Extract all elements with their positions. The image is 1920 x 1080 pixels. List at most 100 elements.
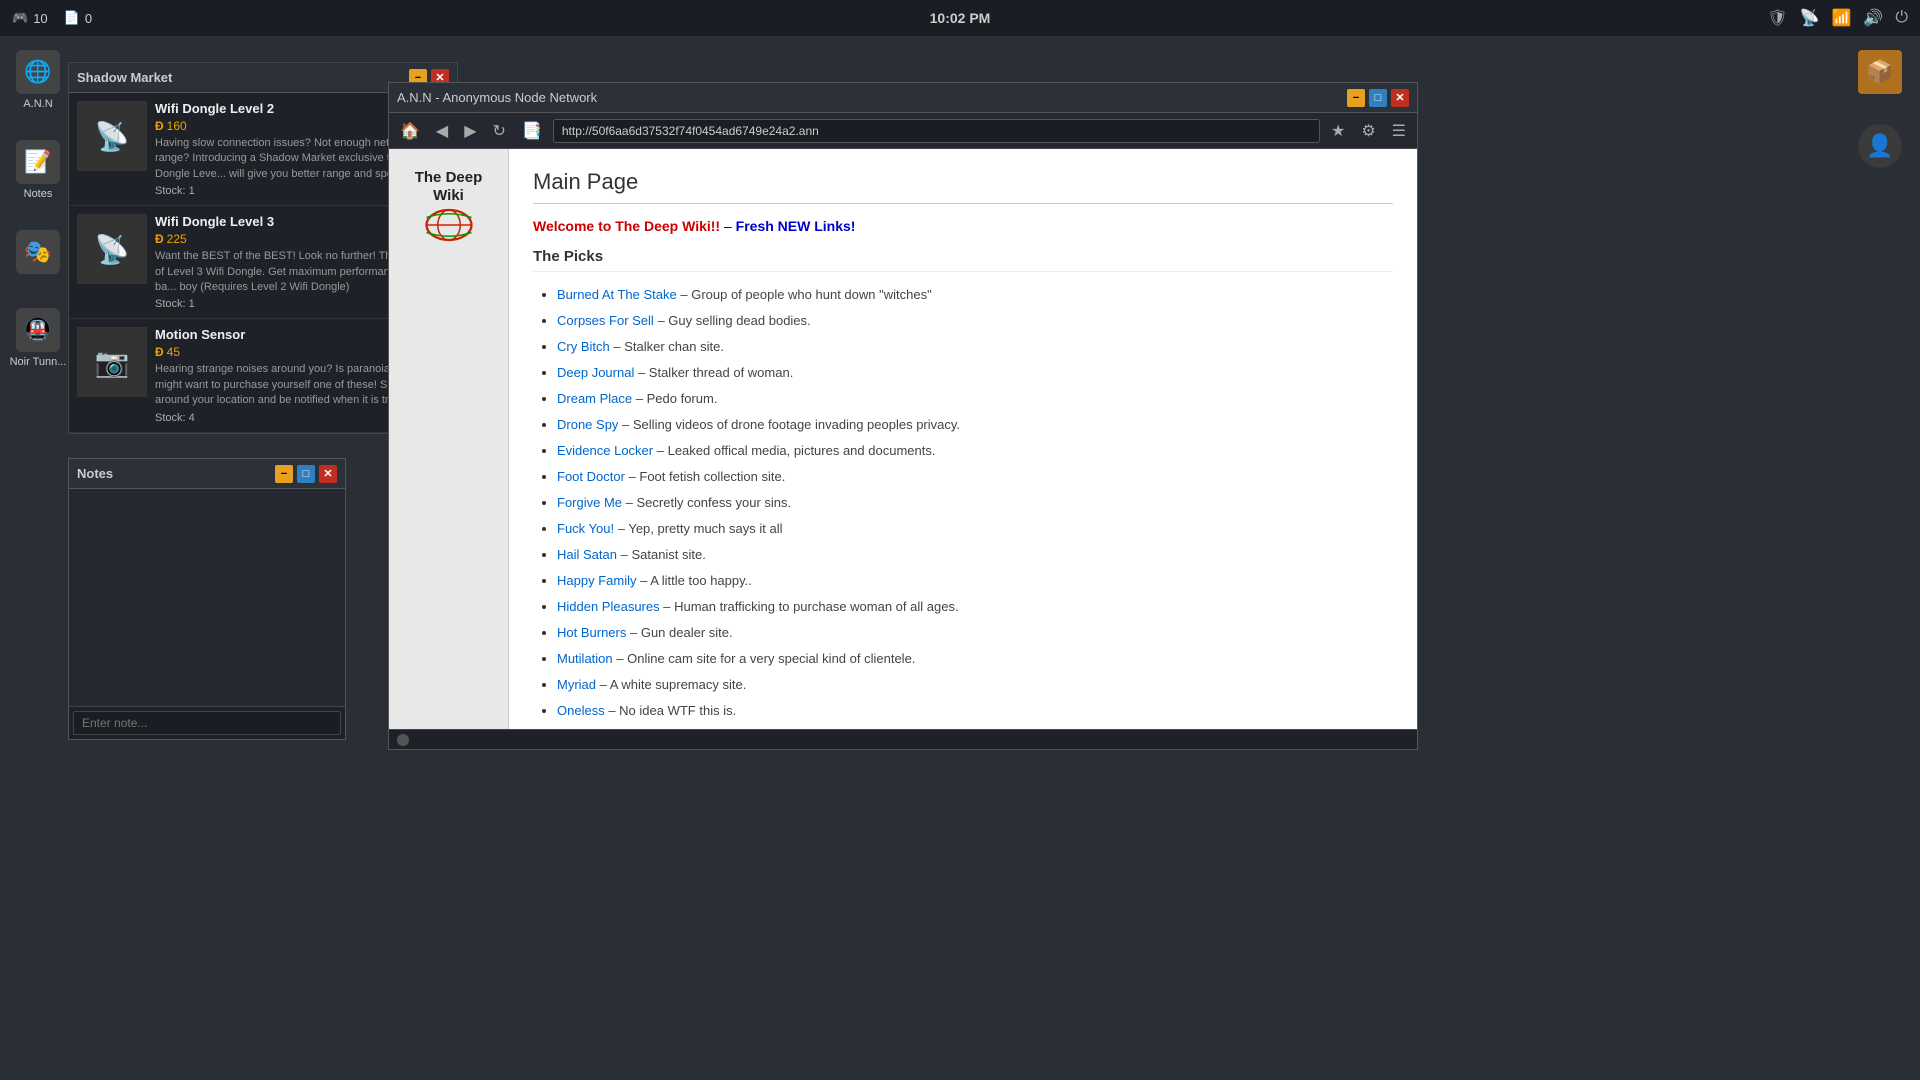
link-11[interactable]: Happy Family	[557, 573, 636, 588]
item-price-value-2: 45	[167, 345, 180, 359]
browser-titlebar[interactable]: A.N.N - Anonymous Node Network − □ ✕	[389, 83, 1417, 113]
settings-button[interactable]: ⚙	[1356, 119, 1380, 143]
link-item-16: Oneless – No idea WTF this is.	[557, 698, 1393, 724]
link-4[interactable]: Dream Place	[557, 391, 632, 406]
notes-window: Notes − □ ✕	[68, 458, 346, 740]
taskbar-time: 10:02 PM	[930, 10, 991, 26]
link-14[interactable]: Mutilation	[557, 651, 613, 666]
desktop-icon-ann[interactable]: 🌐 A.N.N	[8, 50, 68, 110]
welcome-dash: –	[724, 218, 736, 234]
link-item-7: Foot Doctor – Foot fetish collection sit…	[557, 464, 1393, 490]
ann-browser-window: A.N.N - Anonymous Node Network − □ ✕ 🏠 ◀…	[388, 82, 1418, 750]
browser-minimize-button[interactable]: −	[1347, 89, 1365, 107]
link-6[interactable]: Evidence Locker	[557, 443, 653, 458]
ann-label: A.N.N	[23, 98, 52, 110]
notes-maximize-button[interactable]: □	[297, 465, 315, 483]
link-15[interactable]: Myriad	[557, 677, 596, 692]
link-10[interactable]: Hail Satan	[557, 547, 617, 562]
link-0[interactable]: Burned At The Stake	[557, 287, 677, 302]
menu-button[interactable]: ☰	[1387, 119, 1411, 143]
notes-content[interactable]	[75, 495, 339, 695]
browser-close-button[interactable]: ✕	[1391, 89, 1409, 107]
browser-sidebar: The Deep Wiki	[389, 149, 509, 729]
desktop-icons-right: 📦 👤	[1850, 50, 1910, 168]
tunnel-label: Noir Tunn...	[10, 356, 67, 368]
back-button[interactable]: ◀	[431, 119, 453, 143]
star-button[interactable]: ★	[1326, 119, 1350, 143]
shield-icon[interactable]: 🛡	[1767, 8, 1787, 28]
refresh-button[interactable]: ↻	[488, 119, 511, 143]
taskbar-item-doc[interactable]: 📄 0	[64, 10, 92, 26]
link-item-6: Evidence Locker – Leaked offical media, …	[557, 438, 1393, 464]
link-9[interactable]: Fuck You!	[557, 521, 614, 536]
desktop-icon-mask[interactable]: 🎭	[8, 230, 68, 278]
link-desc-10: – Satanist site.	[621, 547, 706, 562]
link-desc-15: – A white supremacy site.	[600, 677, 747, 692]
notes-window-controls: − □ ✕	[275, 465, 337, 483]
link-16[interactable]: Oneless	[557, 703, 605, 718]
link-12[interactable]: Hidden Pleasures	[557, 599, 660, 614]
deep-wiki-title: The Deep Wiki	[399, 169, 498, 205]
desktop-icon-notes[interactable]: 📝 Notes	[8, 140, 68, 200]
bitcoin-symbol-0: Ð	[155, 119, 164, 133]
link-item-12: Hidden Pleasures – Human trafficking to …	[557, 594, 1393, 620]
link-5[interactable]: Drone Spy	[557, 417, 618, 432]
link-item-11: Happy Family – A little too happy..	[557, 568, 1393, 594]
section-title: The Picks	[533, 248, 1393, 272]
link-8[interactable]: Forgive Me	[557, 495, 622, 510]
link-item-5: Drone Spy – Selling videos of drone foot…	[557, 412, 1393, 438]
bitcoin-symbol-2: Ð	[155, 345, 164, 359]
taskbar-game-count: 10	[33, 11, 47, 26]
shadow-market-title: Shadow Market	[77, 70, 172, 85]
link-item-10: Hail Satan – Satanist site.	[557, 542, 1393, 568]
desktop-icon-tunnel[interactable]: 🚇 Noir Tunn...	[8, 308, 68, 368]
taskbar: 🎮 10 📄 0 10:02 PM 🛡 📡 📶 🔊 ⏻	[0, 0, 1920, 36]
page-title: Main Page	[533, 169, 1393, 204]
link-desc-9: – Yep, pretty much says it all	[618, 521, 783, 536]
link-desc-5: – Selling videos of drone footage invadi…	[622, 417, 960, 432]
link-desc-7: – Foot fetish collection site.	[629, 469, 786, 484]
desktop-icons-left: 🌐 A.N.N 📝 Notes 🎭 🚇 Noir Tunn...	[8, 50, 68, 368]
notes-input[interactable]	[73, 711, 341, 735]
notes-close-button[interactable]: ✕	[319, 465, 337, 483]
power-icon[interactable]: ⏻	[1895, 9, 1908, 27]
notes-titlebar[interactable]: Notes − □ ✕	[69, 459, 345, 489]
link-item-13: Hot Burners – Gun dealer site.	[557, 620, 1393, 646]
browser-main[interactable]: Main Page Welcome to The Deep Wiki!! – F…	[509, 149, 1417, 729]
link-item-9: Fuck You! – Yep, pretty much says it all	[557, 516, 1393, 542]
bookmarks-button[interactable]: 📑	[517, 119, 547, 143]
link-7[interactable]: Foot Doctor	[557, 469, 625, 484]
link-desc-4: – Pedo forum.	[636, 391, 718, 406]
notes-input-bar	[69, 706, 345, 739]
home-button[interactable]: 🏠	[395, 119, 425, 143]
taskbar-item-game[interactable]: 🎮 10	[12, 10, 48, 26]
browser-maximize-button[interactable]: □	[1369, 89, 1387, 107]
desktop-icon-box[interactable]: 📦	[1850, 50, 1910, 94]
url-bar[interactable]	[553, 119, 1320, 143]
volume-icon[interactable]: 🔊	[1863, 8, 1883, 28]
link-item-0: Burned At The Stake – Group of people wh…	[557, 282, 1393, 308]
notes-title: Notes	[77, 466, 113, 481]
box-icon: 📦	[1858, 50, 1902, 94]
notes-minimize-button[interactable]: −	[275, 465, 293, 483]
link-desc-2: – Stalker chan site.	[613, 339, 724, 354]
links-list: Burned At The Stake – Group of people wh…	[533, 282, 1393, 729]
link-2[interactable]: Cry Bitch	[557, 339, 610, 354]
welcome-line: Welcome to The Deep Wiki!! – Fresh NEW L…	[533, 218, 1393, 234]
desktop-icon-avatar[interactable]: 👤	[1850, 124, 1910, 168]
link-1[interactable]: Corpses For Sell	[557, 313, 654, 328]
taskbar-left: 🎮 10 📄 0	[12, 10, 92, 26]
forward-button[interactable]: ▶	[459, 119, 481, 143]
link-13[interactable]: Hot Burners	[557, 625, 626, 640]
link-item-1: Corpses For Sell – Guy selling dead bodi…	[557, 308, 1393, 334]
link-desc-14: – Online cam site for a very special kin…	[616, 651, 915, 666]
bitcoin-symbol-1: Ð	[155, 232, 164, 246]
game-icon: 🎮	[12, 10, 28, 26]
link-item-15: Myriad – A white supremacy site.	[557, 672, 1393, 698]
signal-icon[interactable]: 📡	[1800, 8, 1820, 28]
wifi-icon[interactable]: 📶	[1832, 8, 1852, 28]
link-desc-12: – Human trafficking to purchase woman of…	[663, 599, 958, 614]
link-3[interactable]: Deep Journal	[557, 365, 634, 380]
item-image-0: 📡	[77, 101, 147, 171]
item-image-2: 📷	[77, 327, 147, 397]
